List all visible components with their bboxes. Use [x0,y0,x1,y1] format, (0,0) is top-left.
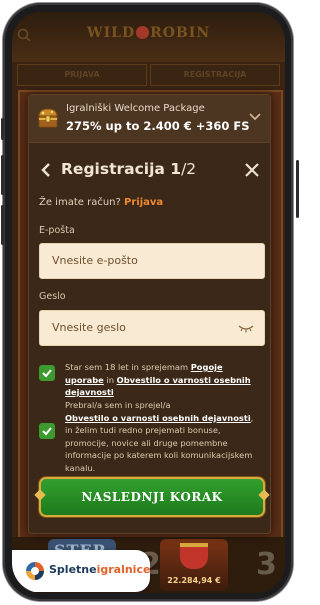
chevron-down-icon[interactable] [248,109,262,123]
email-field[interactable]: Vnesite e-pošto [39,243,265,279]
spletneigralnice-badge: Spletneigralnice [12,550,150,592]
tab-register[interactable]: REGISTRACIJA [150,64,280,86]
pot-icon [180,547,208,569]
password-label: Geslo [39,291,66,302]
phone-volume-up-button [1,155,4,195]
jackpot-amount: 22.284,94 € [167,576,221,585]
account-prompt: Že imate račun? Prijava [39,197,163,208]
privacy-prefix: Prebral/a sem in sprejel/a [65,400,171,410]
phone-power-button [296,160,299,218]
close-icon[interactable] [244,162,260,178]
password-field[interactable]: Vnesite geslo [39,310,265,346]
screen: WILDROBIN PRIJAVA REGISTRACIJA STEP 2 22… [12,12,285,593]
back-arrow-icon[interactable] [39,162,53,178]
privacy-marketing-text: Prebral/a sem in sprejel/a Obvestilo o v… [65,399,261,474]
promo-value: 275% up to 2.400 € +360 FS [66,119,250,133]
modal-title: Registracija 1/2 [61,160,196,178]
button-ornament-left [34,489,46,501]
age-terms-text: Star sem 18 let in sprejemam Pogoje upor… [65,361,261,399]
site-header: WILD ROBIN [12,12,285,62]
badge-text-part1: Spletne [49,563,97,576]
logo-emblem-icon [136,26,150,39]
site-logo[interactable]: WILD ROBIN [12,25,285,41]
site-tabs: PRIJAVA REGISTRACIJA [17,64,280,86]
registration-modal: Igralniški Welcome Package 275% up to 2.… [28,94,271,534]
password-placeholder: Vnesite geslo [52,321,126,334]
eye-closed-icon[interactable] [238,322,254,334]
welcome-package-banner[interactable]: Igralniški Welcome Package 275% up to 2.… [29,95,270,143]
phone-volume-down-button [1,205,4,245]
modal-title-text: Registracija 1 [61,160,182,178]
spletneigralnice-logo-icon [26,562,44,580]
button-ornament-right [258,489,270,501]
privacy-notice-link-2[interactable]: Obvestilo o varnosti osebnih dejavnosti [65,413,251,423]
checkmark-icon [42,427,52,436]
privacy-marketing-checkbox[interactable] [39,423,55,439]
age-prefix: Star sem 18 let in sprejemam [65,362,189,372]
promo-label: Igralniški Welcome Package [66,103,205,114]
game-tile-jackpot[interactable]: 22.284,94 € [160,539,228,591]
logo-text-right: ROBIN [150,25,211,41]
badge-text-part2: igralnice [96,563,151,576]
login-link[interactable]: Prijava [124,197,163,208]
next-step-label: NASLEDNJI KORAK [81,490,223,504]
logo-text-left: WILD [86,25,136,41]
age-terms-checkbox[interactable] [39,365,55,381]
badge-text: Spletneigralnice [49,563,150,576]
account-question: Že imate račun? [39,197,121,208]
age-mid: in [106,374,115,385]
step-total: /2 [181,160,197,178]
treasure-chest-icon [38,108,58,128]
phone-side-button [1,118,4,140]
game-rank-3: 3 [256,547,277,582]
tab-login[interactable]: PRIJAVA [17,64,147,86]
checkmark-icon [42,369,52,378]
next-step-button[interactable]: NASLEDNJI KORAK [34,477,270,517]
modal-header: Registracija 1/2 [29,157,270,183]
email-label: E-pošta [39,225,75,236]
email-placeholder: Vnesite e-pošto [52,254,138,267]
